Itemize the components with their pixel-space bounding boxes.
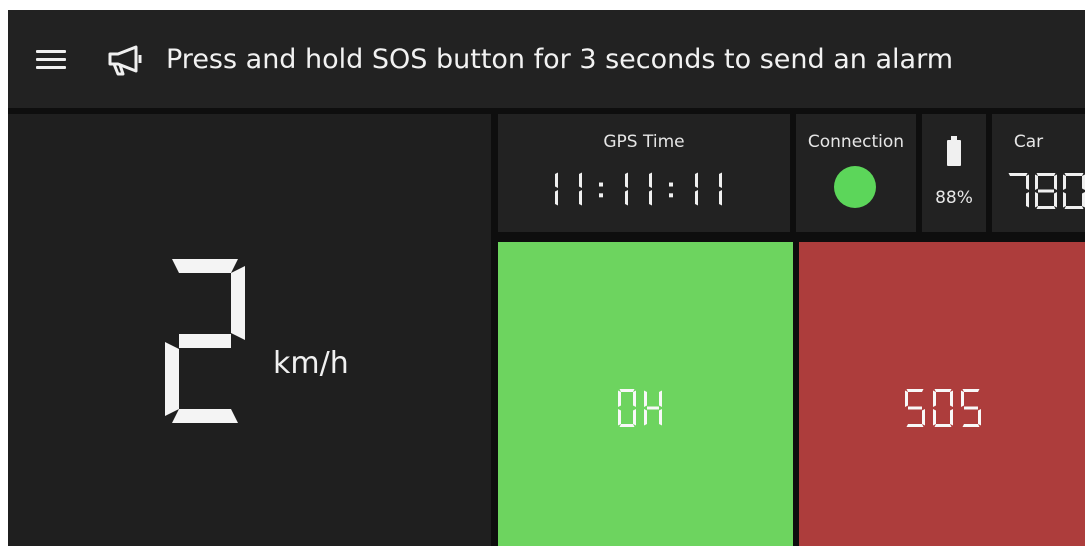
sos-segment-g xyxy=(964,406,978,410)
gps-time-colon-dot xyxy=(669,193,673,198)
car-id-segment-b xyxy=(1026,174,1029,190)
ok-segment-a xyxy=(619,389,635,392)
gps-time-segment-c xyxy=(719,190,722,206)
sos-segment-f xyxy=(961,390,964,407)
sos-segment-a xyxy=(962,389,980,392)
sos-segment-g xyxy=(908,406,922,410)
hamburger-menu-icon[interactable] xyxy=(36,50,66,70)
ok-segment-b xyxy=(633,390,636,407)
sos-segment-b xyxy=(950,390,953,407)
car-id-segment-f xyxy=(1063,174,1066,190)
speed-value xyxy=(165,259,245,423)
gps-time-colon-dot xyxy=(669,182,673,187)
ok-segment-e xyxy=(618,409,621,426)
sos-segment-c xyxy=(978,409,981,426)
gps-time-segment-b xyxy=(695,172,698,188)
speed-segment-b xyxy=(231,266,245,340)
gps-time-label: GPS Time xyxy=(603,132,685,152)
car-id-segment-a xyxy=(1064,173,1084,176)
connection-label: Connection xyxy=(807,132,905,152)
sos-segment-c xyxy=(950,409,953,426)
battery-level: 88% xyxy=(935,188,973,208)
dashboard-app: Press and hold SOS button for 3 seconds … xyxy=(8,10,1085,546)
battery-icon xyxy=(947,136,961,166)
car-id-segment-b xyxy=(1054,174,1057,190)
ok-segment-f xyxy=(618,390,621,407)
gps-time-tile: GPS Time xyxy=(498,114,790,232)
ok-segment-f xyxy=(644,390,647,407)
car-id-segment-g xyxy=(1038,189,1054,193)
gps-time-value xyxy=(555,172,722,206)
battery-tile: 88% xyxy=(922,114,986,232)
ok-segment-b xyxy=(659,390,662,407)
header-bar: Press and hold SOS button for 3 seconds … xyxy=(8,10,1085,108)
speedometer-panel: km/h xyxy=(8,114,491,546)
car-id-segment-a xyxy=(1008,173,1028,176)
car-id-segment-c xyxy=(1026,192,1029,208)
gps-time-segment-c xyxy=(649,190,652,206)
ok-segment-c xyxy=(659,409,662,426)
gps-time-colon-dot xyxy=(599,182,603,187)
car-id-segment-e xyxy=(1035,192,1038,208)
sos-segment-a xyxy=(906,389,924,392)
ok-segment-d xyxy=(619,424,635,427)
car-id-segment-a xyxy=(1036,173,1056,176)
gps-time-segment-b xyxy=(555,172,558,188)
sos-segment-a xyxy=(934,389,952,392)
gps-time-segment-b xyxy=(625,172,628,188)
sos-segment-d xyxy=(934,424,952,427)
car-id-segment-e xyxy=(1063,192,1066,208)
car-tile: Car xyxy=(992,114,1085,232)
gps-time-segment-c xyxy=(579,190,582,206)
sos-segment-c xyxy=(922,409,925,426)
speed-segment-d xyxy=(172,409,238,423)
ok-segment-c xyxy=(633,409,636,426)
connection-status-indicator xyxy=(834,166,876,208)
sos-instruction-text: Press and hold SOS button for 3 seconds … xyxy=(166,44,953,75)
speed-unit: km/h xyxy=(273,346,349,381)
sos-segment-d xyxy=(962,424,980,427)
ok-button-label xyxy=(618,389,662,427)
gps-time-colon-dot xyxy=(599,193,603,198)
sos-button[interactable] xyxy=(799,242,1085,546)
car-id-segment-d xyxy=(1064,206,1084,209)
megaphone-icon xyxy=(108,45,142,76)
gps-time-segment-b xyxy=(719,172,722,188)
speed-segment-g xyxy=(179,334,231,348)
car-id-value xyxy=(1008,173,1085,209)
gps-time-segment-c xyxy=(555,190,558,206)
ok-segment-g xyxy=(647,406,659,410)
gps-time-segment-c xyxy=(625,190,628,206)
car-label: Car xyxy=(1013,132,1044,152)
connection-tile: Connection xyxy=(796,114,916,232)
sos-segment-f xyxy=(905,390,908,407)
ok-segment-e xyxy=(644,409,647,426)
gps-time-segment-c xyxy=(695,190,698,206)
gps-time-segment-b xyxy=(649,172,652,188)
speed-segment-a xyxy=(172,259,238,273)
speed-segment-e xyxy=(165,342,179,416)
car-id-segment-c xyxy=(1054,192,1057,208)
sos-segment-d xyxy=(906,424,924,427)
gps-time-segment-b xyxy=(579,172,582,188)
sos-segment-f xyxy=(933,390,936,407)
car-id-segment-d xyxy=(1036,206,1056,209)
ok-button[interactable] xyxy=(498,242,793,546)
sos-button-label xyxy=(905,389,981,427)
car-id-segment-f xyxy=(1035,174,1038,190)
sos-segment-e xyxy=(933,409,936,426)
